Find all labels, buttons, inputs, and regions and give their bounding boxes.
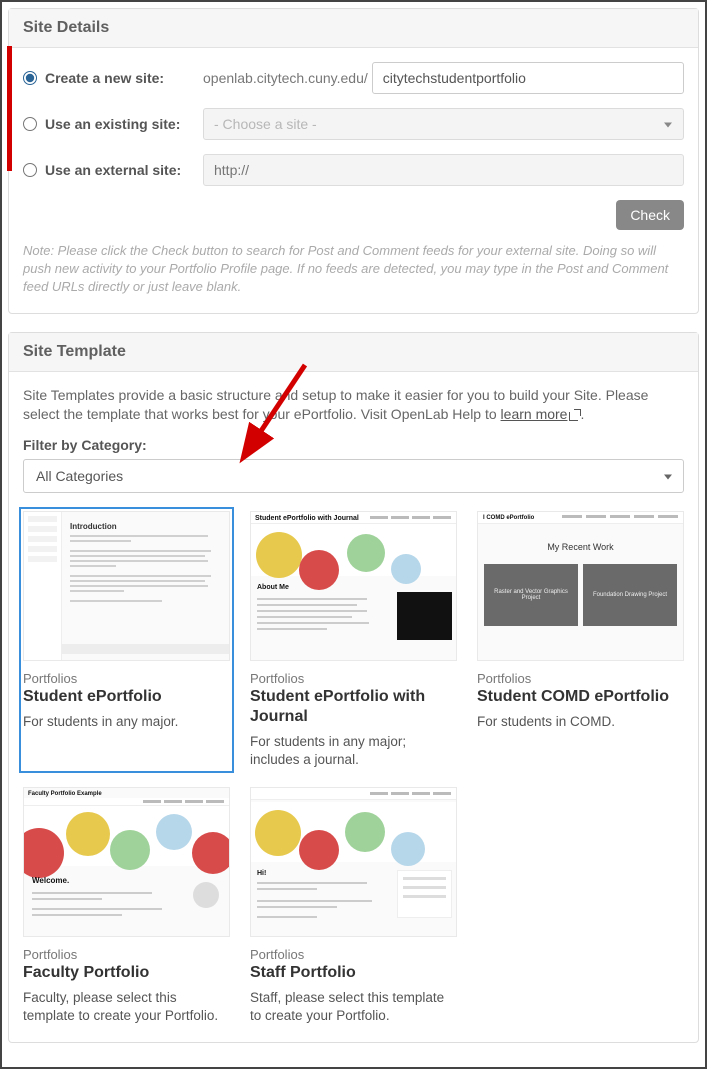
option-use-existing-site: Use an existing site: - Choose a site - — [23, 108, 684, 140]
thumb-title: Faculty Portfolio Example — [28, 791, 102, 797]
check-button[interactable]: Check — [616, 200, 684, 230]
site-template-header: Site Template — [9, 333, 698, 372]
thumb-welcome: Welcome. — [32, 876, 69, 885]
template-thumbnail: Staff Portfolio Example Hi! — [250, 787, 457, 937]
template-category: Portfolios — [250, 671, 457, 686]
template-category: Portfolios — [477, 671, 684, 686]
external-site-note: Note: Please click the Check button to s… — [23, 242, 684, 297]
thumb-title: I COMD ePortfolio — [483, 515, 534, 520]
template-thumbnail: Student ePortfolio with Journal About Me — [250, 511, 457, 661]
template-title: Student ePortfolio with Journal — [250, 687, 457, 727]
radio-create-new-site[interactable] — [23, 71, 37, 85]
template-desc: Staff, please select this template to cr… — [250, 989, 457, 1025]
site-details-header: Site Details — [9, 9, 698, 48]
thumb-title: Student ePortfolio with Journal — [255, 515, 359, 522]
option-use-external-site: Use an external site: — [23, 154, 684, 186]
template-category: Portfolios — [23, 947, 230, 962]
thumb-hi: Hi! — [257, 870, 266, 877]
template-card-student-comd-eportfolio[interactable]: I COMD ePortfolio My Recent Work Raster … — [477, 511, 684, 769]
template-desc: Faculty, please select this template to … — [23, 989, 230, 1025]
option-create-new-site: Create a new site: openlab.citytech.cuny… — [23, 62, 684, 94]
site-slug-input[interactable] — [372, 62, 684, 94]
existing-site-select[interactable]: - Choose a site - — [203, 108, 684, 140]
template-category: Portfolios — [23, 671, 230, 686]
external-link-icon — [569, 410, 580, 421]
site-template-description: Site Templates provide a basic structure… — [23, 386, 684, 425]
filter-category-label: Filter by Category: — [23, 437, 684, 453]
template-title: Student ePortfolio — [23, 687, 230, 707]
template-category: Portfolios — [250, 947, 457, 962]
site-details-panel: Site Details Create a new site: openlab.… — [8, 8, 699, 314]
url-prefix: openlab.citytech.cuny.edu/ — [203, 70, 368, 86]
site-template-panel: Site Template Site Templates provide a b… — [8, 332, 699, 1043]
thumb-about-heading: About Me — [257, 584, 289, 591]
radio-use-external-site[interactable] — [23, 163, 37, 177]
template-title: Student COMD ePortfolio — [477, 687, 684, 707]
thumb-tile: Raster and Vector Graphics Project — [484, 564, 578, 626]
template-thumbnail: Faculty Portfolio Example Welcome. — [23, 787, 230, 937]
label-use-external-site: Use an external site: — [45, 162, 181, 178]
template-desc: For students in any major. — [23, 713, 230, 731]
thumb-subtitle: My Recent Work — [478, 542, 683, 552]
template-title: Staff Portfolio — [250, 963, 457, 983]
thumb-tile: Foundation Drawing Project — [583, 564, 677, 626]
template-desc: For students in any major; includes a jo… — [250, 733, 457, 769]
label-use-existing-site: Use an existing site: — [45, 116, 180, 132]
thumb-heading: Introduction — [70, 522, 223, 531]
template-card-student-eportfolio-journal[interactable]: Student ePortfolio with Journal About Me — [250, 511, 457, 769]
annotation-highlight-bar — [7, 46, 12, 171]
learn-more-link[interactable]: learn more — [501, 406, 581, 422]
label-create-new-site: Create a new site: — [45, 70, 164, 86]
template-card-staff-portfolio[interactable]: Staff Portfolio Example Hi! — [250, 787, 457, 1025]
template-title: Faculty Portfolio — [23, 963, 230, 983]
template-grid: Introduction Portfolios Student ePortfol… — [23, 511, 684, 1026]
external-site-input[interactable] — [203, 154, 684, 186]
template-thumbnail: I COMD ePortfolio My Recent Work Raster … — [477, 511, 684, 661]
filter-category-select[interactable]: All Categories — [23, 459, 684, 493]
template-card-student-eportfolio[interactable]: Introduction Portfolios Student ePortfol… — [23, 511, 230, 769]
radio-use-existing-site[interactable] — [23, 117, 37, 131]
template-desc: For students in COMD. — [477, 713, 684, 731]
template-card-faculty-portfolio[interactable]: Faculty Portfolio Example Welcome. — [23, 787, 230, 1025]
template-thumbnail: Introduction — [23, 511, 230, 661]
